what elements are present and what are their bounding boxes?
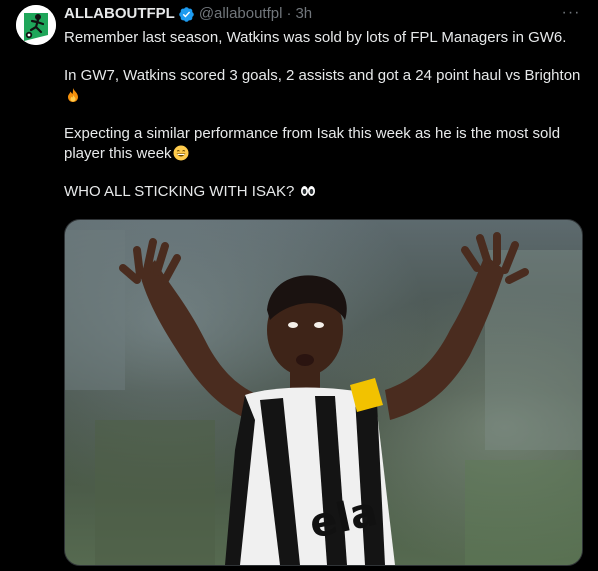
separator-dot: ·	[286, 5, 292, 22]
tweet[interactable]: ALLABOUTFPL @allaboutfpl · 3h ··· Rememb…	[0, 0, 598, 571]
paragraph-text: Remember last season, Watkins was sold b…	[64, 29, 567, 46]
paragraph-text: WHO ALL STICKING WITH ISAK?	[64, 183, 299, 200]
more-horizontal-icon[interactable]: ···	[560, 2, 582, 24]
tweet-header: ALLABOUTFPL @allaboutfpl · 3h ···	[64, 4, 582, 24]
fire-emoji-icon	[65, 87, 81, 103]
display-name[interactable]: ALLABOUTFPL	[64, 4, 175, 24]
paragraph-text: In GW7, Watkins scored 3 goals, 2 assist…	[64, 67, 581, 84]
allaboutfpl-logo-icon	[16, 5, 56, 45]
handle[interactable]: @allaboutfpl	[199, 4, 283, 24]
tweet-media-photo[interactable]: ela	[64, 219, 583, 566]
tweet-paragraph: Expecting a similar performance from Isa…	[64, 124, 584, 164]
verified-badge-icon	[178, 6, 195, 23]
tweet-paragraph: In GW7, Watkins scored 3 goals, 2 assist…	[64, 66, 584, 106]
paragraph-text: Expecting a similar performance from Isa…	[64, 125, 561, 162]
eyes-emoji-icon	[300, 183, 316, 199]
timestamp[interactable]: 3h	[295, 4, 312, 24]
player-photo-image: ela	[65, 220, 582, 565]
tweet-paragraph: WHO ALL STICKING WITH ISAK?	[64, 182, 584, 202]
avatar[interactable]	[16, 5, 56, 45]
tweet-paragraph: Remember last season, Watkins was sold b…	[64, 28, 584, 48]
tweet-text: Remember last season, Watkins was sold b…	[64, 28, 584, 220]
grin-emoji-icon	[173, 145, 189, 161]
